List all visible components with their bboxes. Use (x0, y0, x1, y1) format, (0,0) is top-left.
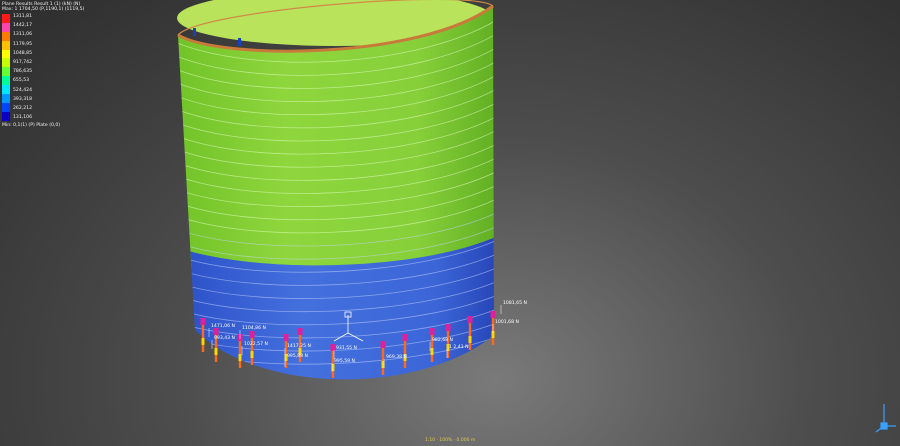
legend-tick: 655,53 (13, 78, 30, 84)
force-label: 1417,25 N (287, 343, 311, 349)
orientation-triad[interactable] (875, 404, 896, 433)
legend-max: Max: 1 1704,50 (P,1190,1) (1119,5) (2, 7, 85, 13)
force-label: 995,88 N (287, 353, 308, 359)
force-arrow-head (297, 328, 303, 335)
legend-body: 1311,81 1442,17 1311,06 1179,95 1048,85 917,7… (2, 13, 84, 121)
force-arrow-head (283, 334, 289, 341)
force-arrow-head (429, 328, 435, 335)
force-label: 1471,06 N (211, 323, 235, 329)
legend-ticks: 1311,81 1442,17 1311,06 1179,95 1048,85 917,7… (13, 14, 32, 121)
legend-tick: 524,424 (13, 87, 32, 93)
force-label: 995,59 N (334, 358, 355, 364)
force-label: 1104,86 N (242, 325, 266, 331)
force-arrow-base (468, 336, 472, 343)
status-text: 1:10 · 100% · 0.000 m (425, 438, 476, 443)
legend-swatch (2, 111, 10, 121)
force-arrow-base (238, 354, 242, 361)
legend-tick: 1442,17 (13, 23, 32, 29)
result-legend: Plane Results Result 1 (1) (kN) (N) Max:… (2, 2, 84, 128)
force-arrow-head (467, 316, 473, 323)
legend-tick: 393,318 (13, 96, 32, 102)
legend-swatch (2, 94, 10, 104)
force-label: 931,55 N (336, 345, 357, 351)
legend-tick: 786,635 (13, 69, 32, 75)
force-arrow-base (430, 348, 434, 355)
legend-swatch (2, 67, 10, 77)
legend-swatch (2, 22, 10, 32)
top-marker-2 (238, 38, 241, 46)
legend-min: Min: 0,1(1) (P) Plate (0,0) (2, 122, 61, 128)
legend-swatch (2, 76, 10, 86)
legend-tick: 1048,85 (13, 50, 32, 56)
force-label: 993,43 N (214, 335, 235, 341)
legend-swatch (2, 13, 10, 23)
legend-tick: 131,106 (13, 115, 32, 121)
legend-swatch (2, 49, 10, 59)
legend-swatch (2, 40, 10, 50)
3d-viewport[interactable]: 1471,06 N 1104,86 N 993,43 N 1022,57 N 1417,… (0, 0, 900, 446)
legend-colorbar (2, 13, 10, 121)
legend-swatch (2, 103, 10, 112)
legend-swatch (2, 31, 10, 41)
force-label: 969,38 N (386, 354, 407, 360)
legend-tick: 1311,06 (13, 32, 32, 38)
force-arrow-head (445, 324, 451, 331)
force-arrow-head (380, 341, 386, 348)
force-label: 1001,68 N (495, 319, 519, 325)
force-arrow-head (249, 331, 255, 338)
tank-wall[interactable] (170, 0, 500, 446)
legend-swatch (2, 85, 10, 95)
force-arrow-head (402, 334, 408, 341)
force-arrow-base (250, 351, 254, 358)
legend-swatch (2, 58, 10, 68)
force-arrow-head (490, 311, 496, 318)
legend-tick: 1179,95 (13, 41, 32, 47)
force-label: 1022,57 N (244, 341, 268, 347)
force-arrow-head (330, 344, 336, 351)
force-arrow-head (213, 328, 219, 335)
legend-tick: 262,212 (13, 106, 32, 112)
force-arrow-base (201, 338, 205, 345)
top-marker-1 (193, 28, 196, 36)
force-label: 1081,65 N (503, 300, 527, 306)
force-label: 982,68 N (432, 337, 453, 343)
legend-tick: 917,742 (13, 59, 32, 65)
force-label: 1 2,41 N (449, 344, 469, 350)
force-arrow-base (214, 348, 218, 355)
legend-tick: 1311,81 (13, 13, 32, 19)
force-arrow-head (200, 318, 206, 325)
